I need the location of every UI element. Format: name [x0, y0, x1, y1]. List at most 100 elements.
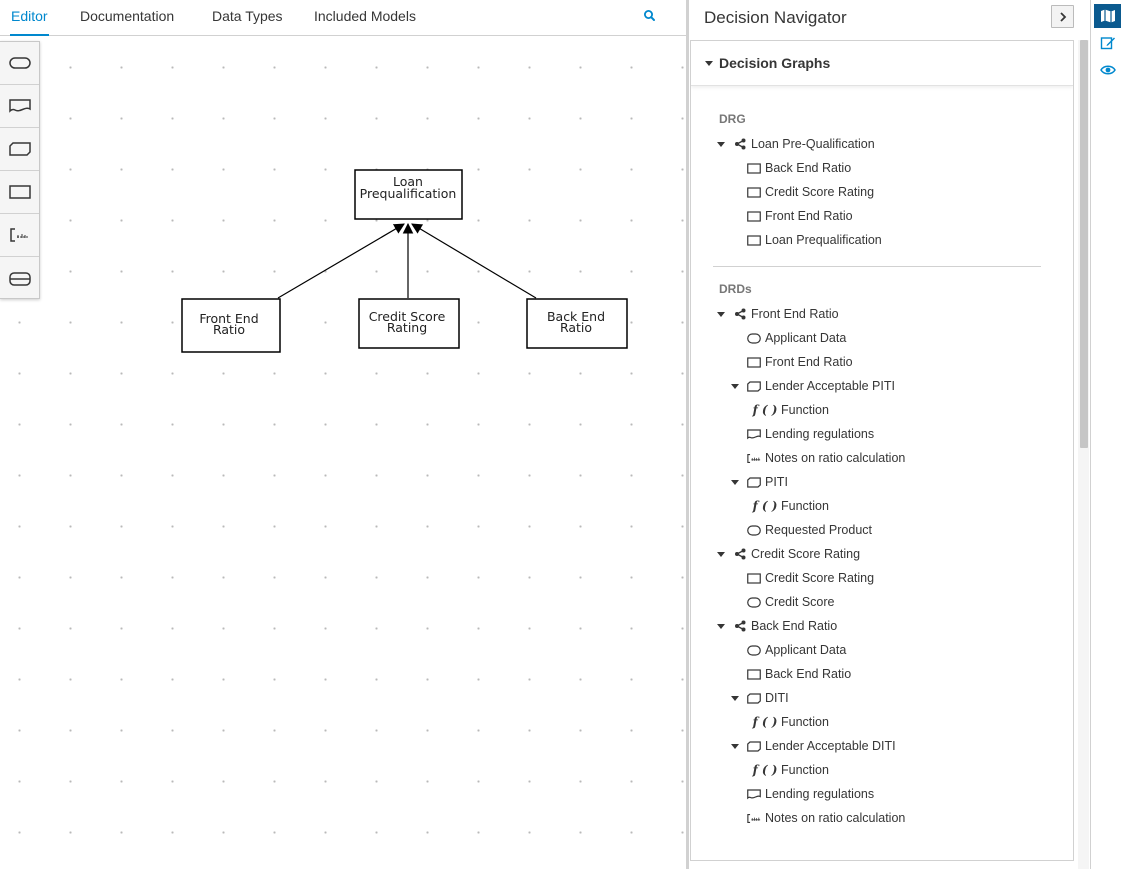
- drd-item[interactable]: Notes on ratio calculation: [747, 808, 905, 828]
- tree-item-label: Back End Ratio: [751, 619, 838, 633]
- graph-icon: [733, 137, 747, 151]
- caret-down-icon[interactable]: [717, 142, 725, 147]
- drd-item[interactable]: DITI: [731, 688, 789, 708]
- graph-icon: [733, 619, 747, 633]
- drd-item[interactable]: Credit Score Rating: [717, 544, 861, 564]
- drd-item[interactable]: Applicant Data: [747, 640, 846, 660]
- navigator-scrollbar-thumb[interactable]: [1080, 40, 1088, 448]
- search-button[interactable]: [640, 6, 660, 26]
- palette-decision[interactable]: [0, 171, 39, 214]
- drd-item[interactable]: PITI: [731, 472, 788, 492]
- drd-item[interactable]: Credit Score Rating: [747, 568, 874, 588]
- input-data-icon: [8, 57, 31, 69]
- drd-item[interactable]: f ( ) Function: [752, 760, 829, 780]
- drd-item[interactable]: Credit Score: [747, 592, 834, 612]
- bkm-icon: [8, 142, 31, 156]
- tree-item-label: Credit Score Rating: [765, 571, 875, 585]
- function-icon: f ( ): [752, 403, 778, 417]
- diagram-canvas[interactable]: [0, 37, 688, 869]
- tab-documentation[interactable]: Documentation: [80, 8, 174, 24]
- caret-down-icon[interactable]: [731, 696, 739, 701]
- drd-item[interactable]: Notes on ratio calculation: [747, 448, 905, 468]
- decision-icon: [747, 233, 761, 247]
- tree-item-label: Lending regulations: [765, 427, 875, 441]
- drd-item[interactable]: Lender Acceptable PITI: [731, 376, 895, 396]
- drg-item[interactable]: Loan Prequalification: [747, 230, 882, 250]
- tree-item-label: Applicant Data: [765, 643, 847, 657]
- drd-item[interactable]: Lending regulations: [747, 424, 874, 444]
- drd-item[interactable]: Lender Acceptable DITI: [731, 736, 896, 756]
- decision-graphs-header[interactable]: Decision Graphs: [691, 41, 1073, 86]
- input-data-icon: [747, 595, 761, 609]
- side-panel-strip: [1090, 0, 1121, 869]
- chevron-right-icon: [1059, 11, 1066, 22]
- panel-divider[interactable]: [686, 0, 689, 869]
- function-icon: f ( ): [752, 499, 778, 513]
- decision-icon: [747, 355, 761, 369]
- tree-item-label: Lender Acceptable PITI: [765, 379, 895, 393]
- tree-item-label: Applicant Data: [765, 331, 847, 345]
- drd-item[interactable]: f ( ) Function: [753, 712, 829, 732]
- palette-decision-service[interactable]: [0, 257, 39, 300]
- editor-tabs: Editor Documentation Data Types Included…: [0, 0, 688, 36]
- palette-knowledge-source[interactable]: [0, 85, 39, 128]
- search-icon: [644, 10, 655, 21]
- graph-icon: [733, 547, 747, 561]
- input-data-icon: [747, 643, 761, 657]
- caret-down-icon[interactable]: [717, 552, 725, 557]
- tree-item-label: DITI: [765, 691, 789, 705]
- tree-item-label: Requested Product: [765, 523, 873, 537]
- tree-item-label: Loan Prequalification: [765, 233, 882, 247]
- drg-item[interactable]: Front End Ratio: [747, 206, 853, 226]
- eye-icon: [1099, 65, 1116, 75]
- drg-item[interactable]: Back End Ratio: [747, 158, 851, 178]
- tree-item-label: Loan Pre-Qualification: [751, 137, 875, 151]
- shape-palette: [0, 41, 40, 299]
- tab-editor[interactable]: Editor: [10, 8, 49, 36]
- caret-down-icon[interactable]: [717, 624, 725, 629]
- knowledge-source-icon: [747, 787, 761, 801]
- navigator-collapse-button[interactable]: [1051, 5, 1074, 28]
- decision-graphs-panel: Decision Graphs DRG Loan Pre-Qualificatio…: [690, 40, 1074, 861]
- drd-item[interactable]: Requested Product: [747, 520, 872, 540]
- drd-item[interactable]: Lending regulations: [747, 784, 874, 804]
- caret-down-icon[interactable]: [731, 384, 739, 389]
- text-annotation-icon: [747, 811, 761, 825]
- drg-item[interactable]: Credit Score Rating: [747, 182, 874, 202]
- drd-item[interactable]: Front End Ratio: [747, 352, 853, 372]
- input-data-icon: [747, 331, 761, 345]
- palette-business-knowledge-model[interactable]: [0, 128, 39, 171]
- caret-down-icon[interactable]: [717, 312, 725, 317]
- caret-down-icon[interactable]: [731, 744, 739, 749]
- bkm-icon: [747, 475, 761, 489]
- drd-item[interactable]: f ( ) Function: [752, 496, 829, 516]
- tab-data-types[interactable]: Data Types: [212, 8, 283, 24]
- caret-down-icon[interactable]: [731, 480, 739, 485]
- drd-item[interactable]: f ( ) Function: [752, 400, 829, 420]
- tree-item-label: Back End Ratio: [765, 667, 852, 681]
- properties-button[interactable]: [1094, 31, 1121, 55]
- tree-item-label: Front End Ratio: [751, 307, 839, 321]
- knowledge-source-icon: [8, 99, 31, 113]
- tree-item-label: Function: [781, 715, 829, 729]
- drd-item[interactable]: Back End Ratio: [717, 616, 838, 636]
- tree-item-label: Credit Score Rating: [765, 185, 875, 199]
- palette-text-annotation[interactable]: [0, 214, 39, 257]
- drg-item[interactable]: Loan Pre-Qualification: [717, 134, 875, 154]
- tab-included-models[interactable]: Included Models: [314, 8, 416, 24]
- drd-item[interactable]: Back End Ratio: [747, 664, 851, 684]
- tree-item-label: Back End Ratio: [765, 161, 852, 175]
- tree-item-label: Credit Score Rating: [751, 547, 861, 561]
- tree-item-label: Front End Ratio: [765, 355, 853, 369]
- palette-input-data[interactable]: [0, 42, 39, 85]
- preview-button[interactable]: [1094, 58, 1121, 82]
- decision-navigator-button[interactable]: [1094, 4, 1121, 28]
- input-data-icon: [747, 523, 761, 537]
- tree-item-label: Function: [781, 499, 829, 513]
- decision-graphs-title: Decision Graphs: [719, 55, 831, 71]
- drd-item[interactable]: Front End Ratio: [717, 304, 839, 324]
- function-icon: f ( ): [752, 763, 778, 777]
- decision-icon: [747, 209, 761, 223]
- bkm-icon: [747, 379, 761, 393]
- drd-item[interactable]: Applicant Data: [747, 328, 846, 348]
